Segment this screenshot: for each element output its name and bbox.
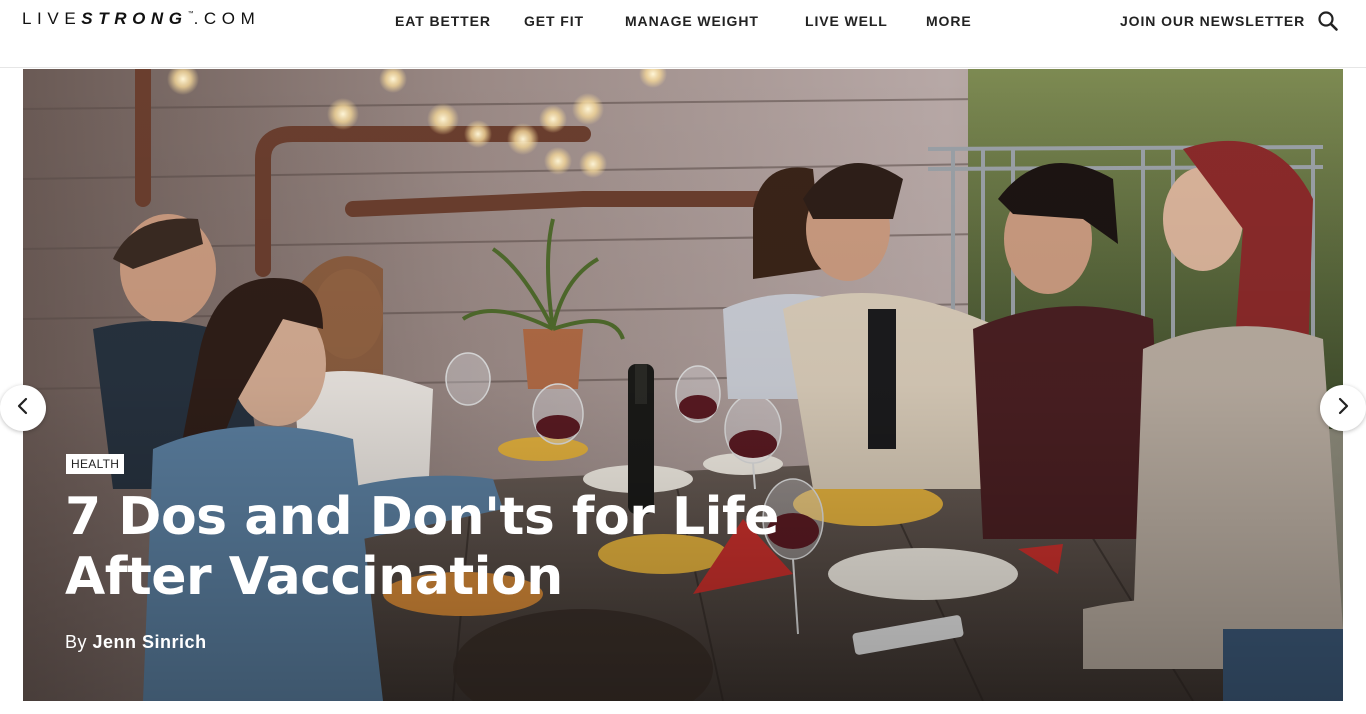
search-icon[interactable]: [1317, 10, 1339, 32]
byline-prefix: By: [65, 632, 88, 652]
byline-author[interactable]: Jenn Sinrich: [93, 632, 207, 652]
nav-item-more[interactable]: MORE: [926, 13, 972, 29]
nav-item-live-well[interactable]: LIVE WELL: [805, 13, 888, 29]
nav-item-eat-better[interactable]: EAT BETTER: [395, 13, 491, 29]
newsletter-link[interactable]: JOIN OUR NEWSLETTER: [1120, 13, 1305, 29]
nav-item-manage-weight[interactable]: MANAGE WEIGHT: [625, 13, 759, 29]
site-header: LIVESTRONG™.COM EAT BETTER GET FIT MANAG…: [0, 0, 1366, 68]
hero-carousel[interactable]: HEALTH 7 Dos and Don'ts for Life After V…: [23, 69, 1343, 701]
carousel-next-button[interactable]: [1320, 385, 1366, 431]
nav-item-get-fit[interactable]: GET FIT: [524, 13, 584, 29]
carousel-prev-button[interactable]: [0, 385, 46, 431]
article-headline[interactable]: 7 Dos and Don'ts for Life After Vaccinat…: [65, 487, 825, 607]
chevron-left-icon: [16, 397, 30, 420]
category-badge[interactable]: HEALTH: [66, 454, 125, 474]
article-byline: By Jenn Sinrich: [65, 632, 207, 653]
chevron-right-icon: [1336, 397, 1350, 420]
